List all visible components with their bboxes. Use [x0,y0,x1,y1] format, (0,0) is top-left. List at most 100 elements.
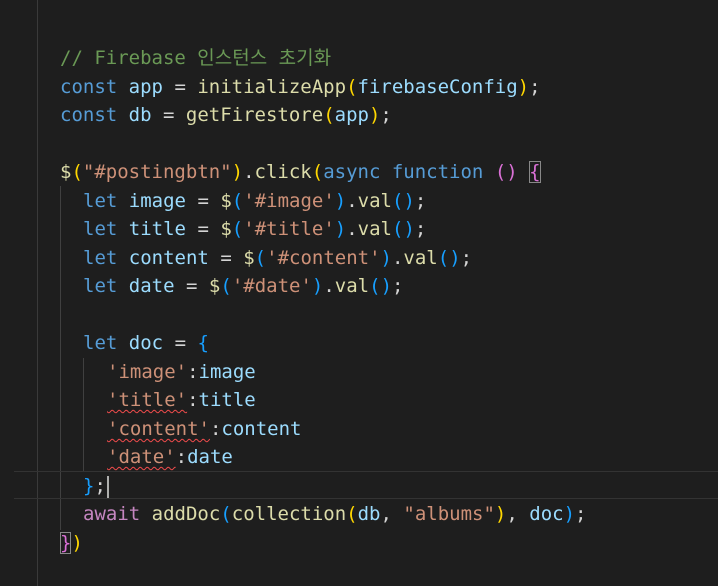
bracket: () [369,275,393,297]
identifier: image [128,190,186,212]
operator: = [197,190,209,212]
operator: = [186,275,198,297]
code-line-prop-date[interactable]: 'date':date [107,443,233,471]
method-name: val [357,218,392,240]
method-name: click [254,161,312,183]
bracket: ( [323,104,335,126]
bracket: ( [311,161,324,183]
code-editor[interactable]: // Firebase 인스턴스 초기화 const app = initial… [0,0,718,586]
keyword: let [83,332,118,354]
indent-guide [83,358,84,472]
keyword: let [83,275,118,297]
bracket: ) [334,218,347,240]
property-key: 'date' [107,446,176,468]
identifier: doc [128,332,164,354]
current-line-highlight [14,471,718,499]
identifier: content [128,247,209,269]
argument: doc [529,503,564,525]
jquery-dollar: $ [220,190,232,212]
bracket: ) [71,532,83,554]
bracket: ( [254,247,267,269]
code-line-const-db[interactable]: const db = getFirestore(app); [60,101,392,129]
bracket: ( [220,503,232,525]
bracket: ) [517,76,530,98]
function-name: addDoc [151,503,221,525]
bracket: ( [346,503,358,525]
dot: . [346,190,358,212]
colon: : [187,389,199,411]
jquery-dollar: $ [208,275,221,297]
identifier: app [128,76,163,98]
string-literal: '#title' [243,218,335,240]
code-line-click-handler[interactable]: $("#postingbtn").click(async function ()… [60,158,541,186]
semicolon: ; [575,503,587,525]
bracket: () [437,247,461,269]
operator: = [163,104,175,126]
operator: = [197,218,209,240]
dot: . [391,247,404,269]
code-line-let-content[interactable]: let content = $('#content').val(); [83,244,472,272]
string-literal: "#postingbtn" [82,161,232,183]
dot: . [323,275,335,297]
string-literal: '#image' [243,190,335,212]
bracket: } [83,475,95,497]
operator: = [174,332,187,354]
bracket: ) [334,190,347,212]
bracket: ) [311,275,324,297]
code-line-prop-content[interactable]: 'content':content [107,415,301,443]
method-name: val [334,275,370,297]
property-value: date [187,446,233,468]
jquery-dollar: $ [60,161,72,183]
bracket: ( [346,76,358,98]
keyword: let [83,247,118,269]
bracket: () [392,218,415,240]
identifier: title [128,218,186,240]
bracket: ( [231,218,244,240]
semicolon: ; [380,104,392,126]
code-line-const-app[interactable]: const app = initializeApp(firebaseConfig… [60,73,541,101]
code-line-prop-image[interactable]: 'image':image [107,358,256,386]
bracket-match: { [529,161,541,183]
code-line-end-handler[interactable]: }) [60,529,83,557]
semicolon: ; [94,475,106,497]
argument: app [334,104,369,126]
keyword: const [60,76,118,98]
function-name: getFirestore [185,104,324,126]
property-key: 'content' [107,418,210,440]
identifier: date [128,275,175,297]
bracket: ) [563,503,576,525]
code-line-let-title[interactable]: let title = $('#title').val(); [83,215,426,243]
comma: , [380,503,392,525]
bracket: ( [71,161,83,183]
operator: = [220,247,232,269]
jquery-dollar: $ [243,247,255,269]
comma: , [506,503,518,525]
keyword: await [83,503,141,525]
dot: . [346,218,358,240]
bracket: () [494,161,518,183]
code-line-let-date[interactable]: let date = $('#date').val(); [83,272,403,300]
dot: . [243,161,255,183]
code-line-close-object[interactable]: }; [83,472,109,500]
operator: = [174,76,186,98]
jquery-dollar: $ [220,218,232,240]
code-line-prop-title[interactable]: 'title':title [107,386,256,414]
code-line-await-adddoc[interactable]: await addDoc(collection(db, "albums"), d… [83,500,587,528]
bracket-match: } [60,532,72,554]
text-cursor [106,475,109,498]
function-name: collection [231,503,347,525]
semicolon: ; [414,218,427,240]
function-name: initializeApp [197,76,347,98]
method-name: val [357,190,392,212]
string-literal: '#date' [231,275,312,297]
bracket: { [197,332,209,354]
property-key: 'image' [107,361,188,383]
keyword: async [323,161,381,183]
code-line-comment[interactable]: // Firebase 인스턴스 초기화 [60,44,331,72]
code-line-let-image[interactable]: let image = $('#image').val(); [83,187,426,215]
bracket: ) [368,104,381,126]
semicolon: ; [460,247,473,269]
property-value: content [221,418,302,440]
code-line-let-doc[interactable]: let doc = { [83,329,209,357]
bracket: ) [231,161,244,183]
